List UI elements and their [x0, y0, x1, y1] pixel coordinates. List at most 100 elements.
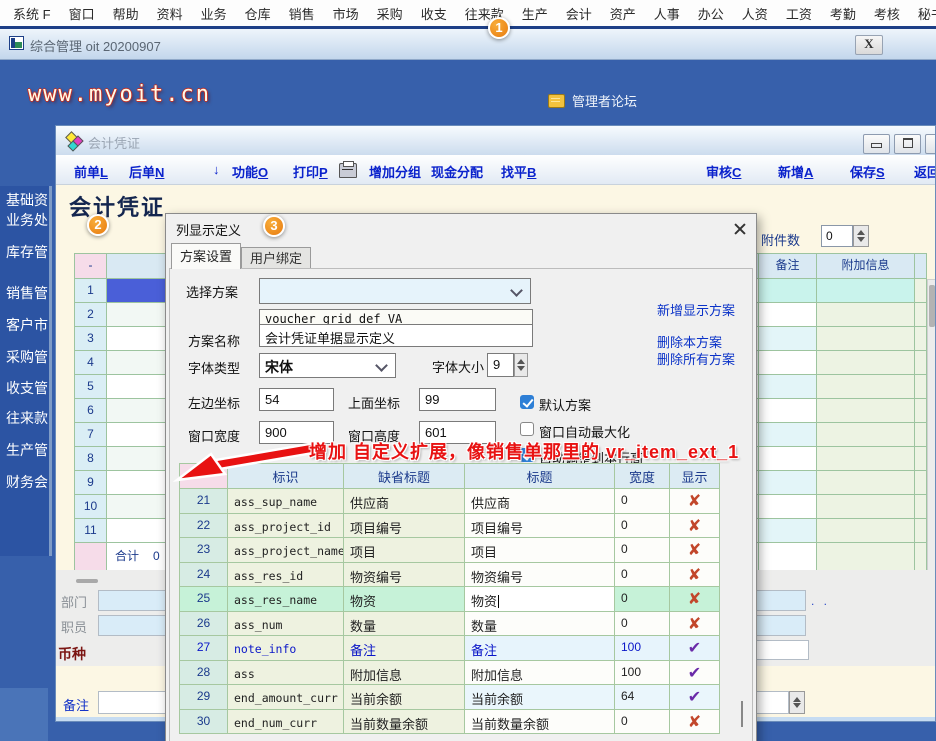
tab-user-binding[interactable]: 用户绑定 — [241, 247, 311, 269]
grid-cell[interactable]: 3 — [75, 327, 107, 351]
menu-item[interactable]: 业务 — [192, 4, 236, 23]
grid-cell[interactable] — [817, 351, 915, 375]
table-cell[interactable]: 项目 — [344, 538, 465, 563]
table-cell[interactable]: 当前数量余额 — [344, 710, 465, 735]
grid-cell[interactable] — [759, 495, 817, 519]
grid-cell[interactable] — [817, 447, 915, 471]
table-cell[interactable]: 100 — [615, 636, 670, 661]
table-cell[interactable]: 数量 — [344, 612, 465, 637]
scheme-name-input[interactable]: 会计凭证单据显示定义 — [259, 324, 533, 347]
grid-cell[interactable] — [915, 423, 927, 447]
grid-cell[interactable]: 9 — [75, 471, 107, 495]
dialog-scroll-nub[interactable] — [741, 701, 743, 727]
sidebar-item[interactable]: 收支管 — [6, 378, 52, 398]
toolbar-button[interactable]: 审核C — [706, 162, 741, 181]
grid-cell[interactable] — [915, 447, 927, 471]
grid-cell[interactable]: 10 — [75, 495, 107, 519]
menu-item[interactable]: 资料 — [148, 4, 192, 23]
toolbar-button[interactable]: 现金分配 — [431, 162, 483, 181]
table-cell[interactable]: 27 — [180, 636, 228, 661]
menu-item[interactable]: 资产 — [601, 4, 645, 23]
grid-cell[interactable]: 6 — [75, 399, 107, 423]
grid-cell[interactable] — [817, 375, 915, 399]
voucher-titlebar[interactable]: 会计凭证 × — [56, 126, 936, 156]
grid-cell[interactable] — [759, 423, 817, 447]
grid-cell[interactable] — [759, 303, 817, 327]
table-cell[interactable]: 数量 — [465, 612, 615, 637]
grid-cell[interactable] — [915, 351, 927, 375]
visible-cross[interactable]: ✘ — [670, 538, 720, 563]
attachments-input[interactable]: 0 — [821, 225, 853, 247]
table-cell[interactable]: 0 — [615, 710, 670, 735]
table-cell[interactable]: 项目编号 — [465, 514, 615, 539]
close-icon[interactable]: X — [855, 35, 883, 55]
table-cell[interactable]: 23 — [180, 538, 228, 563]
table-cell[interactable]: ass_project_name — [228, 538, 344, 563]
menu-item[interactable]: 收支 — [412, 4, 456, 23]
table-cell[interactable]: 当前数量余额 — [465, 710, 615, 735]
toolbar-button[interactable]: 返回R — [914, 162, 936, 181]
toolbar-button[interactable]: 前单L — [74, 162, 108, 181]
grid-cell[interactable]: 2 — [75, 303, 107, 327]
sidebar-item[interactable]: 财务会 — [6, 472, 52, 492]
menu-item[interactable]: 考勤 — [821, 4, 865, 23]
grid-cell[interactable] — [915, 519, 927, 543]
left-coord-input[interactable]: 54 — [259, 388, 334, 411]
grid-cell[interactable] — [817, 303, 915, 327]
sidebar-item[interactable]: 往来款 — [6, 408, 52, 428]
table-cell[interactable]: note_info — [228, 636, 344, 661]
sidebar-item[interactable]: 采购管 — [6, 347, 52, 367]
table-cell[interactable]: 30 — [180, 710, 228, 735]
visible-cross[interactable]: ✘ — [670, 612, 720, 637]
table-cell[interactable]: ass_num — [228, 612, 344, 637]
checkbox-checked[interactable] — [520, 395, 534, 409]
menu-item[interactable]: 仓库 — [236, 4, 280, 23]
table-cell[interactable]: 备注 — [465, 636, 615, 661]
table-cell[interactable]: 0 — [615, 612, 670, 637]
menu-item[interactable]: 工资 — [777, 4, 821, 23]
menu-item[interactable]: 办公 — [689, 4, 733, 23]
visible-cross[interactable]: ✘ — [670, 710, 720, 735]
minimize-button[interactable] — [863, 134, 890, 154]
scheme-select[interactable] — [259, 278, 531, 304]
table-cell[interactable]: end_num_curr — [228, 710, 344, 735]
table-cell[interactable]: ass_project_id — [228, 514, 344, 539]
top-coord-input[interactable]: 99 — [419, 388, 496, 411]
note-stepper[interactable] — [789, 691, 805, 714]
sidebar-item[interactable]: 业务处 — [6, 210, 52, 230]
toolbar-button[interactable]: 后单N — [129, 162, 164, 181]
site-url[interactable]: www.myoit.cn — [28, 82, 211, 107]
dialog-link[interactable]: 新增显示方案 — [657, 300, 735, 319]
table-cell[interactable]: 28 — [180, 661, 228, 686]
font-size-input[interactable]: 9 — [487, 353, 514, 377]
grid-cell[interactable] — [817, 327, 915, 351]
grid-cell[interactable] — [759, 279, 817, 303]
toolbar-button[interactable]: 找平B — [501, 162, 536, 181]
maximize-button[interactable] — [894, 134, 921, 154]
table-cell[interactable]: 供应商 — [344, 489, 465, 514]
toolbar-button[interactable]: 打印P — [293, 162, 328, 181]
table-cell[interactable]: 物资 — [344, 587, 465, 612]
table-cell[interactable]: 25 — [180, 587, 228, 612]
table-cell[interactable]: 0 — [615, 489, 670, 514]
grid-cell[interactable]: 8 — [75, 447, 107, 471]
menu-item[interactable]: 市场 — [324, 4, 368, 23]
grid-cell[interactable]: 7 — [75, 423, 107, 447]
table-cell[interactable]: 100 — [615, 661, 670, 686]
dialog-link[interactable]: 删除所有方案 — [657, 349, 735, 368]
forum-link[interactable]: 管理者论坛 — [548, 91, 637, 110]
table-cell[interactable]: 项目编号 — [344, 514, 465, 539]
checkbox[interactable] — [520, 422, 534, 436]
table-cell[interactable]: 26 — [180, 612, 228, 637]
grid-cell[interactable] — [817, 495, 915, 519]
sidebar-item[interactable]: 库存管 — [6, 242, 52, 262]
table-cell[interactable]: 21 — [180, 489, 228, 514]
table-cell[interactable]: 物资编号 — [465, 563, 615, 588]
table-cell[interactable]: 64 — [615, 685, 670, 710]
grid-cell[interactable]: 1 — [75, 279, 107, 303]
grid-cell[interactable] — [759, 447, 817, 471]
grid-cell[interactable]: 11 — [75, 519, 107, 543]
dept-browse-dots[interactable]: . . — [811, 594, 830, 608]
table-cell[interactable]: 当前余额 — [465, 685, 615, 710]
visible-check[interactable]: ✔ — [670, 636, 720, 661]
